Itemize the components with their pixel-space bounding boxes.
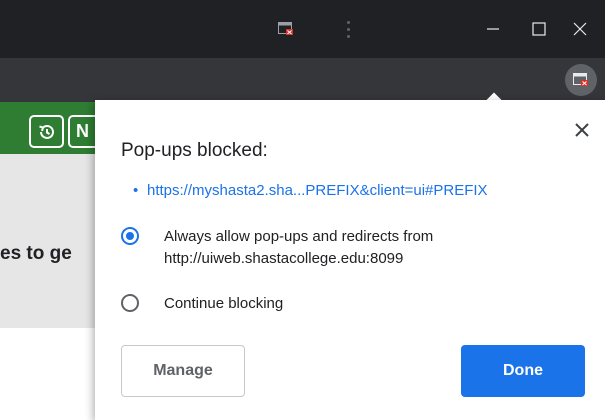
bubble-close-button[interactable] [570, 118, 594, 142]
bubble-title: Pop-ups blocked: [121, 140, 268, 161]
manage-button[interactable]: Manage [121, 345, 245, 397]
option-always-allow[interactable]: Always allow pop-ups and redirects from … [121, 226, 594, 270]
popup-blocked-bubble: Pop-ups blocked: • https://myshasta2.sha… [95, 100, 605, 420]
header-nav-button[interactable]: N [68, 115, 98, 148]
radio-continue-blocking[interactable] [121, 294, 139, 312]
option-always-allow-label: Always allow pop-ups and redirects from … [164, 228, 434, 267]
omnibox-popup-blocked-icon[interactable] [565, 64, 597, 96]
bullet-icon: • [133, 182, 139, 199]
history-button[interactable] [29, 115, 64, 148]
site-header-bar: N [0, 102, 110, 154]
minimize-button[interactable] [468, 0, 518, 58]
kebab-menu-icon[interactable] [330, 0, 366, 58]
close-icon [575, 123, 589, 137]
close-icon [573, 22, 587, 36]
page-partial-text: es to ge [0, 243, 72, 264]
maximize-icon [532, 22, 546, 36]
content-band [0, 154, 110, 328]
browser-toolbar [0, 58, 605, 102]
option-continue-blocking[interactable]: Continue blocking [121, 293, 283, 315]
history-icon [38, 124, 54, 139]
radio-always-allow[interactable] [121, 227, 139, 245]
option-continue-blocking-label: Continue blocking [164, 295, 284, 312]
popup-blocked-icon[interactable] [266, 0, 306, 58]
blocked-popup-link[interactable]: • https://myshasta2.sha...PREFIX&client=… [133, 182, 488, 199]
minimize-icon [487, 28, 499, 30]
done-button[interactable]: Done [461, 345, 585, 397]
window-close-button[interactable] [555, 0, 605, 58]
browser-titlebar [0, 0, 605, 58]
blocked-popup-url[interactable]: https://myshasta2.sha...PREFIX&client=ui… [147, 182, 488, 199]
